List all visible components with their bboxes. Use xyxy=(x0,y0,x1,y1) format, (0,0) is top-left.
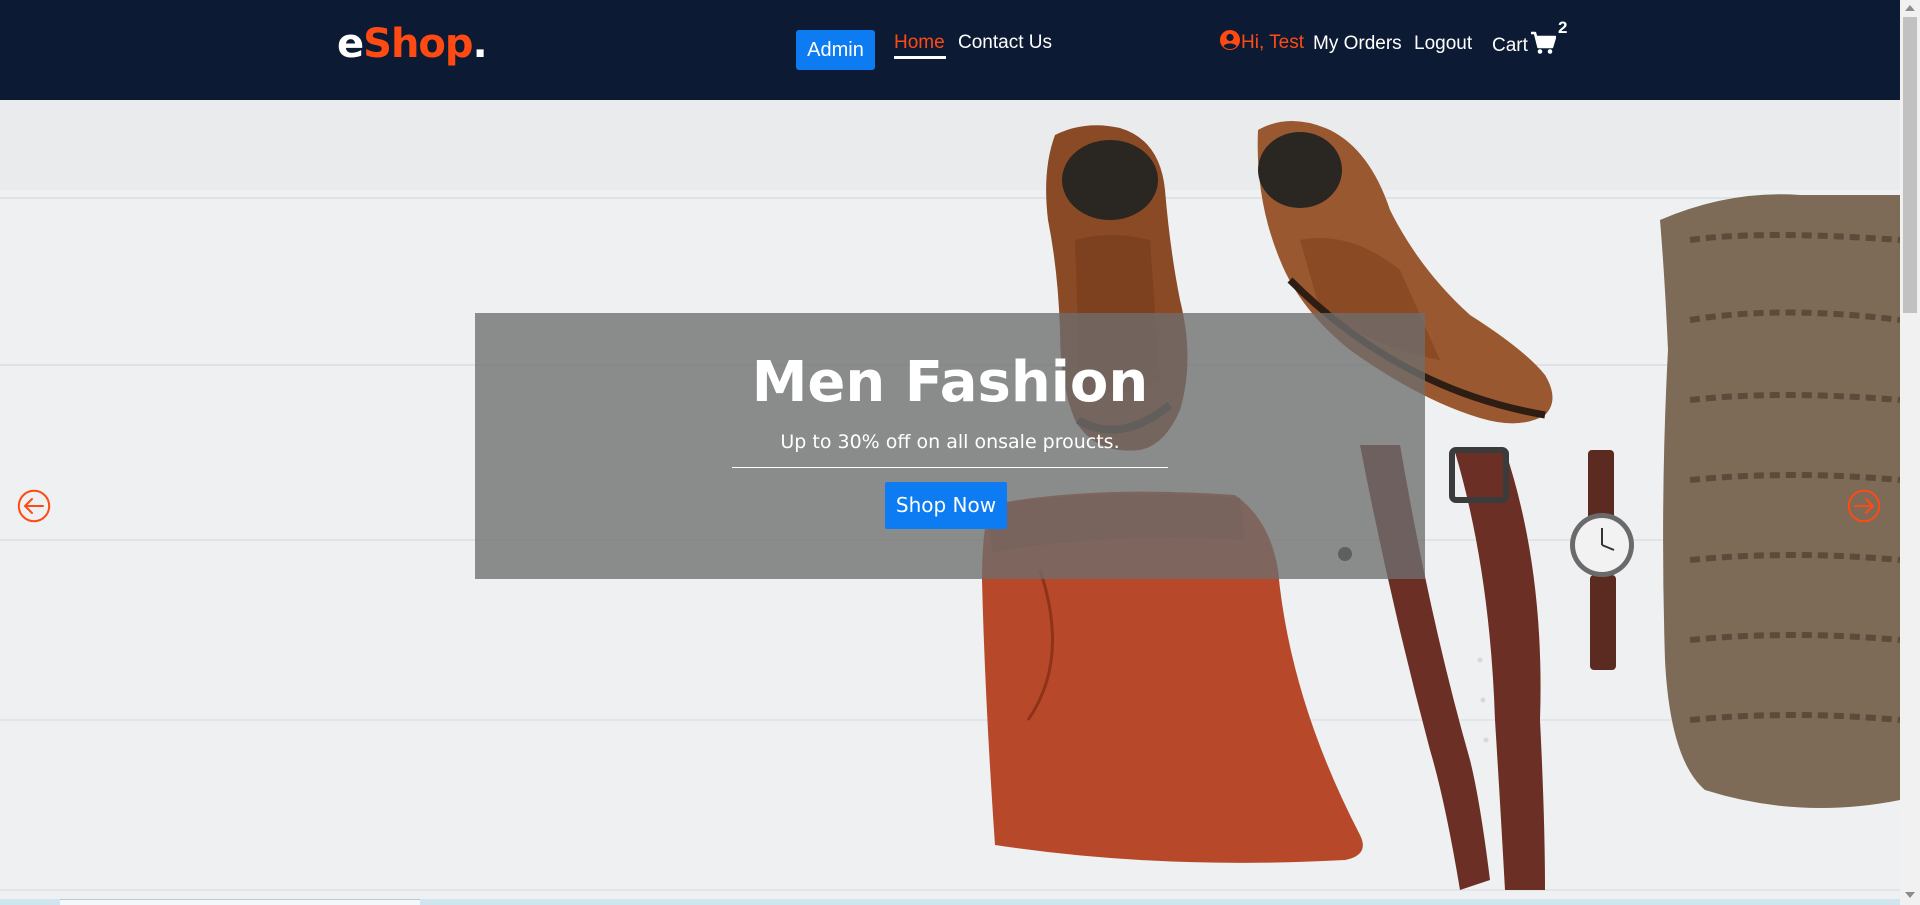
nav-logout-link[interactable]: Logout xyxy=(1414,32,1472,56)
nav-home-link[interactable]: Home xyxy=(894,31,945,55)
hero-divider xyxy=(732,467,1168,468)
logo-word-shop: Shop xyxy=(363,21,473,67)
page-scrollbar[interactable] xyxy=(1900,0,1920,905)
shopping-cart-icon xyxy=(1530,31,1556,54)
hero-title: Men Fashion xyxy=(751,350,1149,415)
logo-dot: . xyxy=(472,21,488,67)
scrollbar-thumb[interactable] xyxy=(1903,17,1917,313)
arrow-circle-right-icon[interactable] xyxy=(1847,489,1881,523)
cart-count-badge: 2 xyxy=(1558,18,1568,37)
admin-button[interactable]: Admin xyxy=(796,30,875,70)
nav-my-orders-link[interactable]: My Orders xyxy=(1313,32,1402,56)
brand-logo[interactable]: eShop. xyxy=(337,20,488,68)
scroll-up-arrow-icon[interactable] xyxy=(1905,5,1915,11)
hero-caption-box: Men Fashion Up to 30% off on all onsale … xyxy=(475,313,1425,579)
cart-label: Cart xyxy=(1492,35,1528,56)
hero-carousel: Men Fashion Up to 30% off on all onsale … xyxy=(0,100,1900,905)
scroll-down-arrow-icon[interactable] xyxy=(1905,892,1915,898)
nav-cart-link[interactable]: Cart xyxy=(1492,31,1556,58)
shop-now-button[interactable]: Shop Now xyxy=(885,482,1007,529)
hero-subtitle: Up to 30% off on all onsale proucts. xyxy=(780,431,1120,453)
user-circle-icon xyxy=(1220,30,1240,50)
active-nav-underline xyxy=(894,56,946,59)
bottom-strip-card xyxy=(60,899,420,905)
arrow-circle-left-icon[interactable] xyxy=(17,489,51,523)
user-greeting-link[interactable]: Hi, Test xyxy=(1220,30,1304,55)
navbar: eShop. Admin Home Contact Us Hi, Test My… xyxy=(0,0,1900,100)
logo-letter-e: e xyxy=(337,21,364,67)
user-greeting-text: Hi, Test xyxy=(1241,32,1305,53)
nav-contact-link[interactable]: Contact Us xyxy=(958,31,1052,55)
